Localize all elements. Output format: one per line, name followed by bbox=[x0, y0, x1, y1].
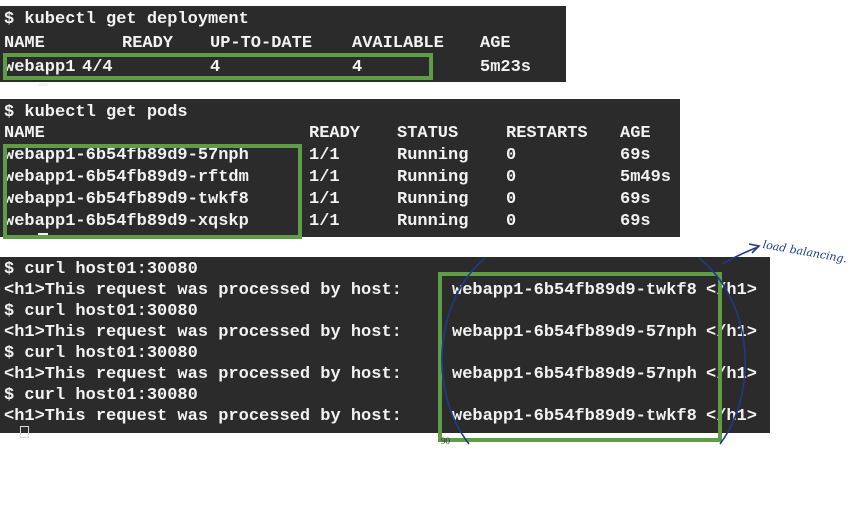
curl-command: $ curl host01:30080 bbox=[4, 344, 198, 363]
pod-age: 69s bbox=[620, 212, 651, 231]
pod-restarts: 0 bbox=[506, 190, 517, 209]
pod-status: Running bbox=[397, 168, 469, 187]
shell-prompt: $ bbox=[4, 427, 55, 433]
header-available: AVAILABLE bbox=[352, 34, 444, 53]
deployment-header-row: NAME READY UP-TO-DATE AVAILABLE AGE bbox=[4, 34, 564, 54]
pod-age: 69s bbox=[620, 190, 651, 209]
curl-command: $ curl host01:30080 bbox=[4, 302, 198, 321]
response-prefix: <h1>This request was processed by host: bbox=[4, 407, 413, 426]
header-ready: READY bbox=[122, 34, 174, 53]
page-number: 90 bbox=[441, 436, 450, 446]
annotation-text: load balancing. bbox=[761, 238, 849, 266]
pod-ready: 1/1 bbox=[309, 146, 340, 165]
response-prefix: <h1>This request was processed by host: bbox=[4, 323, 413, 342]
terminal-cursor bbox=[38, 83, 48, 86]
pod-status: Running bbox=[397, 146, 469, 165]
pods-header-row: NAME READY STATUS RESTARTS AGE bbox=[4, 124, 674, 144]
terminal-cursor bbox=[20, 426, 29, 438]
deployment-age: 5m23s bbox=[480, 58, 532, 77]
curl-command: $ curl host01:30080 bbox=[4, 386, 198, 405]
header-up-to-date: UP-TO-DATE bbox=[210, 34, 313, 53]
pod-ready: 1/1 bbox=[309, 168, 340, 187]
pod-status: Running bbox=[397, 190, 469, 209]
pod-ready: 1/1 bbox=[309, 190, 340, 209]
pod-restarts: 0 bbox=[506, 168, 517, 187]
header-status: STATUS bbox=[397, 124, 459, 143]
header-ready: READY bbox=[309, 124, 361, 143]
deployment-row-highlight bbox=[3, 53, 433, 80]
header-name: NAME bbox=[4, 124, 45, 143]
pod-names-highlight bbox=[3, 144, 302, 239]
arrow-icon bbox=[748, 243, 761, 254]
header-restarts: RESTARTS bbox=[506, 124, 588, 143]
pod-restarts: 0 bbox=[506, 146, 517, 165]
pod-age: 69s bbox=[620, 146, 651, 165]
pods-command: $ kubectl get pods bbox=[4, 103, 188, 122]
header-age: AGE bbox=[620, 124, 651, 143]
pod-ready: 1/1 bbox=[309, 212, 340, 231]
header-name: NAME bbox=[4, 34, 45, 53]
response-prefix: <h1>This request was processed by host: bbox=[4, 365, 413, 384]
response-prefix: <h1>This request was processed by host: bbox=[4, 281, 413, 300]
deployment-command: $ kubectl get deployment bbox=[4, 10, 249, 29]
host-names-highlight bbox=[438, 272, 722, 442]
pod-restarts: 0 bbox=[506, 212, 517, 231]
curl-command: $ curl host01:30080 bbox=[4, 260, 198, 279]
header-age: AGE bbox=[480, 34, 511, 53]
pod-age: 5m49s bbox=[620, 168, 672, 187]
pod-status: Running bbox=[397, 212, 469, 231]
